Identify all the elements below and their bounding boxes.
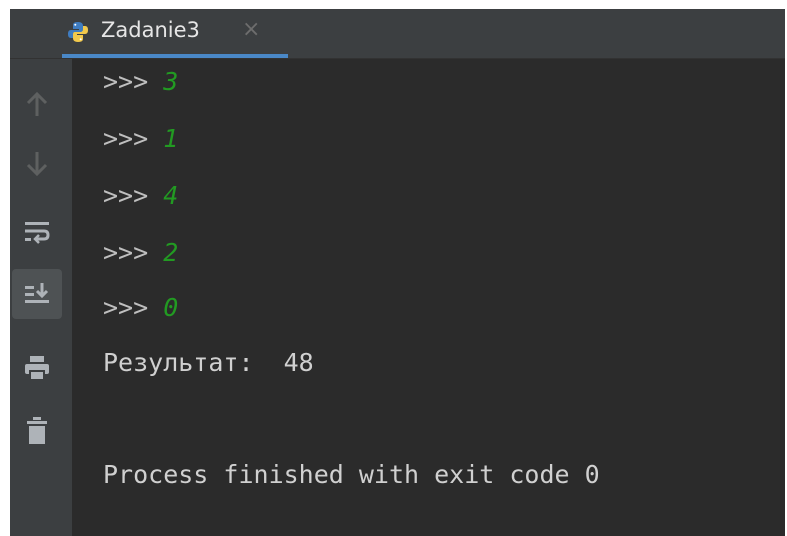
user-input: 1 [163, 124, 179, 153]
down-arrow-icon[interactable] [12, 138, 62, 188]
console-input-line: >>> 4 [103, 181, 178, 210]
prompt: >>> [103, 124, 149, 153]
user-input: 0 [163, 293, 179, 322]
tab-zadanie3[interactable]: Zadanie3 × [62, 9, 288, 58]
prompt: >>> [103, 67, 149, 96]
user-input: 4 [163, 181, 179, 210]
prompt: >>> [103, 293, 149, 322]
result-value: 48 [283, 348, 314, 377]
trash-icon[interactable] [12, 406, 62, 456]
soft-wrap-icon[interactable] [12, 207, 62, 257]
tab-bar: Zadanie3 × [10, 9, 785, 59]
console-output: >>> 3 >>> 1 >>> 4 >>> 2 >>> 0 Результат:… [103, 59, 785, 536]
close-icon[interactable]: × [242, 17, 260, 42]
python-icon [68, 22, 88, 42]
user-input: 2 [163, 238, 179, 267]
result-label: Результат: [103, 348, 254, 377]
console-input-line: >>> 0 [103, 293, 178, 322]
result-line: Результат: 48 [103, 348, 314, 377]
up-arrow-icon[interactable] [12, 80, 62, 130]
console-toolbar [10, 59, 72, 536]
scroll-to-end-icon[interactable] [12, 269, 62, 319]
tab-title: Zadanie3 [101, 18, 200, 42]
console-input-line: >>> 2 [103, 238, 178, 267]
prompt: >>> [103, 181, 149, 210]
exit-message: Process finished with exit code 0 [103, 460, 600, 489]
run-tool-window: Zadanie3 × >>> 3 >>> 1 >>> 4 >>> 2 >>> 0… [10, 9, 785, 536]
console-input-line: >>> 3 [103, 67, 178, 96]
prompt: >>> [103, 238, 149, 267]
console-input-line: >>> 1 [103, 124, 178, 153]
active-tab-indicator [62, 54, 288, 58]
user-input: 3 [163, 67, 179, 96]
print-icon[interactable] [12, 343, 62, 393]
